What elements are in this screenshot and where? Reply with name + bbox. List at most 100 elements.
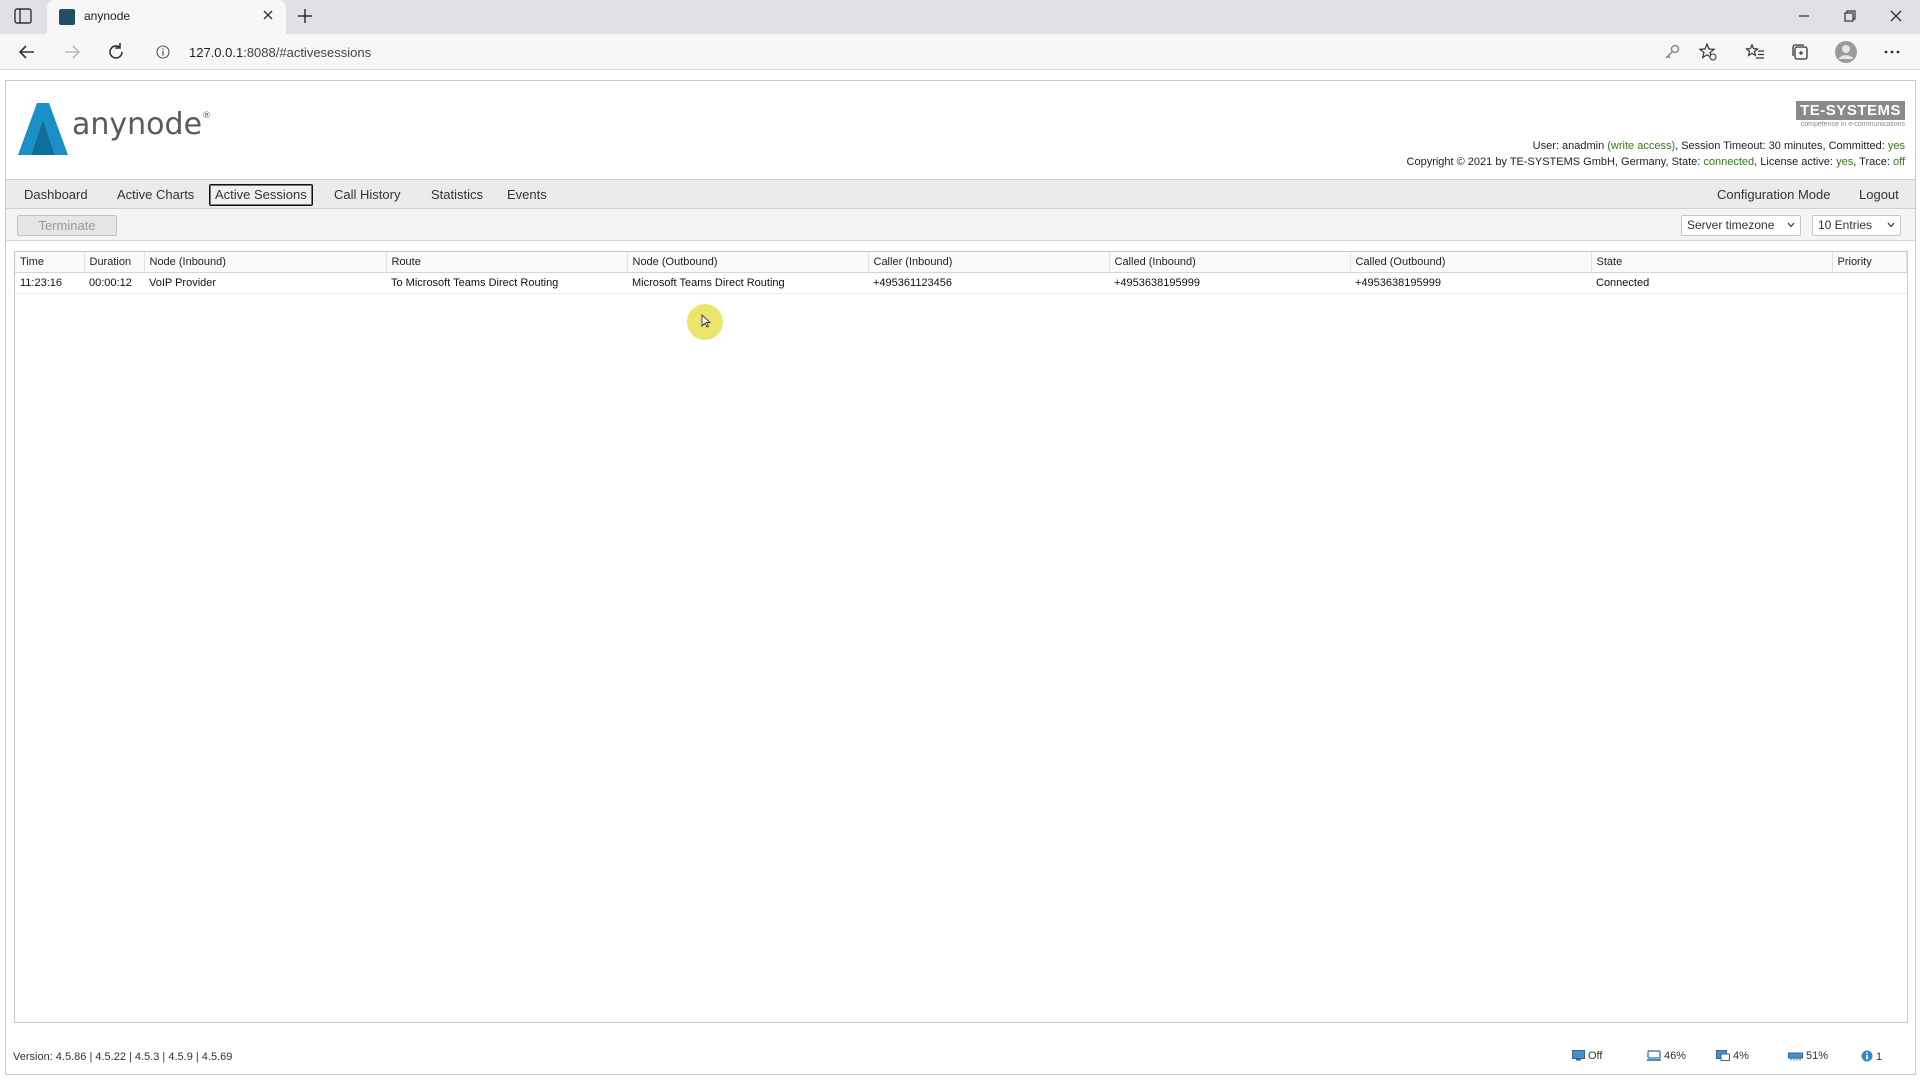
logo-registered-mark: ® bbox=[202, 111, 212, 121]
status-cpu[interactable]: 46% bbox=[1647, 1050, 1686, 1062]
menu-logout[interactable]: Logout bbox=[1853, 184, 1905, 206]
anynode-logo-icon bbox=[18, 103, 68, 155]
table-row[interactable]: 11:23:16 00:00:12 VoIP Provider To Micro… bbox=[15, 272, 1907, 294]
session-timeout: , Session Timeout: 30 minutes, Committed… bbox=[1675, 140, 1888, 152]
minimize-icon[interactable] bbox=[1790, 4, 1818, 28]
state-value: connected bbox=[1703, 156, 1755, 168]
forward-icon[interactable] bbox=[61, 41, 83, 63]
copyright-text: Copyright © 2021 by TE-SYSTEMS GmbH, Ger… bbox=[1406, 156, 1704, 168]
cell-caller-inbound: +495361123456 bbox=[868, 272, 1109, 294]
tab-actions-icon[interactable] bbox=[14, 8, 32, 24]
menu-active-sessions[interactable]: Active Sessions bbox=[209, 184, 313, 206]
site-info-icon[interactable] bbox=[156, 45, 170, 59]
cell-called-inbound: +4953638195999 bbox=[1109, 272, 1350, 294]
license-value: yes bbox=[1836, 156, 1854, 168]
anynode-app: anynode® TE-SYSTEMS competence in e-comm… bbox=[5, 80, 1916, 1075]
vendor-tagline: competence in e-communications bbox=[1800, 121, 1905, 128]
chevron-down-icon bbox=[1787, 222, 1795, 228]
cell-priority bbox=[1832, 272, 1907, 294]
memory-icon bbox=[1788, 1052, 1803, 1061]
menu-statistics[interactable]: Statistics bbox=[425, 184, 489, 206]
memory-value: 51% bbox=[1806, 1050, 1829, 1062]
column-header-duration[interactable]: Duration bbox=[84, 252, 145, 273]
cell-duration: 00:00:12 bbox=[84, 272, 144, 294]
session-info-line-1: User: anadmin (write access), Session Ti… bbox=[1407, 138, 1905, 154]
menu-active-charts[interactable]: Active Charts bbox=[111, 184, 200, 206]
menu-configuration-mode[interactable]: Configuration Mode bbox=[1711, 184, 1836, 206]
alerts-info-icon bbox=[1861, 1050, 1873, 1062]
user-label: User: bbox=[1532, 140, 1562, 152]
cell-time: 11:23:16 bbox=[15, 272, 84, 294]
cell-node-inbound: VoIP Provider bbox=[144, 272, 386, 294]
disk-value: 4% bbox=[1733, 1050, 1749, 1062]
column-header-time[interactable]: Time bbox=[15, 252, 85, 273]
cell-state: Connected bbox=[1591, 272, 1832, 294]
url-path: :8088/#activesessions bbox=[243, 45, 372, 60]
browser-tab[interactable]: anynode bbox=[47, 0, 286, 34]
close-window-icon[interactable] bbox=[1882, 4, 1910, 28]
status-disk[interactable]: 4% bbox=[1716, 1050, 1749, 1062]
collections-icon[interactable] bbox=[1790, 42, 1810, 62]
sessions-toolbar: Terminate Server timezone 10 Entries bbox=[6, 209, 1915, 241]
entries-select[interactable]: 10 Entries bbox=[1812, 215, 1901, 236]
menu-events[interactable]: Events bbox=[501, 184, 553, 206]
column-header-route[interactable]: Route bbox=[386, 252, 628, 273]
cell-route: To Microsoft Teams Direct Routing bbox=[386, 272, 627, 294]
restore-icon[interactable] bbox=[1836, 4, 1864, 28]
new-tab-icon[interactable] bbox=[295, 6, 315, 26]
refresh-icon[interactable] bbox=[105, 41, 127, 63]
entries-select-value: 10 Entries bbox=[1818, 218, 1873, 232]
key-icon[interactable] bbox=[1662, 42, 1682, 62]
status-memory[interactable]: 51% bbox=[1788, 1050, 1828, 1062]
active-sessions-table-panel: Time Duration Node (Inbound) Route Node … bbox=[14, 251, 1908, 1023]
menu-call-history[interactable]: Call History bbox=[328, 184, 406, 206]
column-header-called-inbound[interactable]: Called (Inbound) bbox=[1109, 252, 1351, 273]
anynode-favicon-icon bbox=[59, 9, 75, 25]
trace-label: , Trace: bbox=[1853, 156, 1893, 168]
monitor-icon bbox=[1572, 1050, 1585, 1061]
profile-avatar-icon[interactable] bbox=[1834, 40, 1858, 64]
cell-called-outbound: +4953638195999 bbox=[1350, 272, 1591, 294]
mouse-cursor-icon bbox=[701, 314, 711, 328]
column-header-state[interactable]: State bbox=[1591, 252, 1833, 273]
logo-name: anynode bbox=[72, 107, 203, 142]
status-monitor[interactable]: Off bbox=[1572, 1050, 1602, 1062]
user-name: anadmin bbox=[1562, 140, 1605, 152]
app-header: anynode® TE-SYSTEMS competence in e-comm… bbox=[6, 81, 1915, 179]
chevron-down-icon bbox=[1887, 222, 1895, 228]
terminate-button[interactable]: Terminate bbox=[17, 215, 117, 236]
url-host: 127.0.0.1 bbox=[189, 45, 244, 60]
more-menu-icon[interactable] bbox=[1882, 42, 1902, 62]
browser-tab-bar: anynode bbox=[0, 0, 1920, 34]
cpu-value: 46% bbox=[1664, 1050, 1687, 1062]
back-icon[interactable] bbox=[16, 41, 38, 63]
status-alerts[interactable]: 1 bbox=[1861, 1050, 1882, 1063]
alerts-count: 1 bbox=[1876, 1051, 1883, 1063]
menu-dashboard[interactable]: Dashboard bbox=[18, 184, 94, 206]
monitor-value: Off bbox=[1588, 1050, 1603, 1062]
close-tab-icon[interactable] bbox=[260, 7, 276, 23]
column-header-node-outbound[interactable]: Node (Outbound) bbox=[627, 252, 869, 273]
active-sessions-table: Time Duration Node (Inbound) Route Node … bbox=[15, 252, 1907, 294]
license-label: , License active: bbox=[1754, 156, 1837, 168]
favorites-icon[interactable] bbox=[1745, 42, 1765, 62]
timezone-select-value: Server timezone bbox=[1687, 218, 1775, 232]
vendor-logo: TE-SYSTEMS competence in e-communication… bbox=[1765, 101, 1905, 131]
url-field[interactable]: 127.0.0.1:8088/#activesessions bbox=[146, 38, 1706, 66]
column-header-priority[interactable]: Priority bbox=[1832, 252, 1907, 273]
session-info: User: anadmin (write access), Session Ti… bbox=[1407, 138, 1905, 170]
cell-node-outbound: Microsoft Teams Direct Routing bbox=[627, 272, 868, 294]
cpu-icon bbox=[1647, 1050, 1661, 1061]
timezone-select[interactable]: Server timezone bbox=[1681, 215, 1801, 236]
column-header-called-outbound[interactable]: Called (Outbound) bbox=[1350, 252, 1592, 273]
table-header-row: Time Duration Node (Inbound) Route Node … bbox=[15, 252, 1907, 273]
browser-address-bar: 127.0.0.1:8088/#activesessions bbox=[0, 34, 1920, 70]
add-favorite-icon[interactable] bbox=[1698, 42, 1718, 62]
version-info: Version: 4.5.86 | 4.5.22 | 4.5.3 | 4.5.9… bbox=[13, 1051, 233, 1063]
column-header-caller-inbound[interactable]: Caller (Inbound) bbox=[868, 252, 1110, 273]
session-info-line-2: Copyright © 2021 by TE-SYSTEMS GmbH, Ger… bbox=[1407, 154, 1905, 170]
main-menu: Dashboard Active Charts Active Sessions … bbox=[6, 179, 1915, 209]
column-header-node-inbound[interactable]: Node (Inbound) bbox=[144, 252, 387, 273]
tab-title: anynode bbox=[84, 9, 131, 23]
vendor-logo-text: TE-SYSTEMS bbox=[1796, 101, 1905, 120]
